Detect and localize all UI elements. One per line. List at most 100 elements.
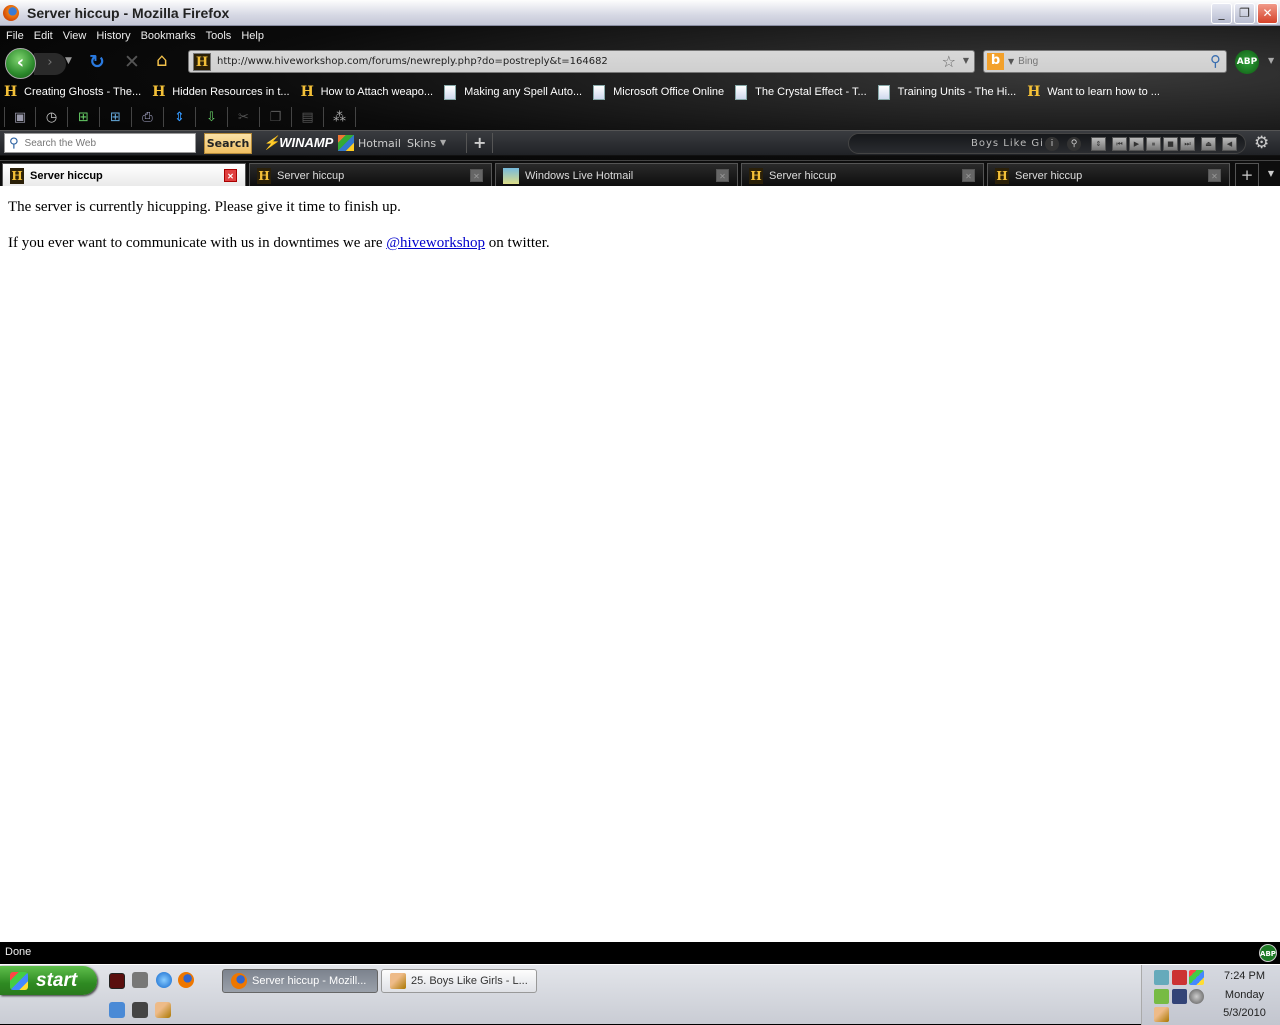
download-icon[interactable]: ⇩ — [196, 107, 228, 127]
copy-icon[interactable]: ❐ — [260, 107, 292, 127]
close-tab-icon[interactable]: ✕ — [470, 169, 483, 182]
search-input[interactable] — [1018, 56, 1199, 67]
info-icon[interactable]: i — [1045, 137, 1059, 151]
menu-help[interactable]: Help — [236, 30, 269, 42]
internet-explorer-icon[interactable] — [156, 972, 172, 988]
status-bar: Done ABP — [0, 942, 1280, 964]
close-button[interactable]: ✕ — [1257, 3, 1278, 24]
play-button[interactable]: ▶ — [1129, 137, 1144, 151]
tab-server-hiccup-1[interactable]: H Server hiccup ✕ — [2, 163, 246, 187]
messenger-icon[interactable] — [109, 1002, 125, 1018]
windows-logo-icon — [10, 971, 28, 990]
bookmark-item[interactable]: H Creating Ghosts - The... — [0, 84, 141, 100]
stop-icon[interactable]: ✕ — [124, 51, 140, 73]
fullscreen-icon[interactable]: ⇕ — [164, 107, 196, 127]
history-icon[interactable]: ◷ — [36, 107, 68, 127]
add-button[interactable]: + — [466, 133, 494, 153]
home-icon[interactable]: ⌂ — [156, 50, 167, 71]
firefox-launch-icon[interactable] — [178, 972, 194, 988]
app-launcher-icon[interactable] — [109, 973, 125, 989]
bookmark-item[interactable]: H How to Attach weapo... — [297, 84, 434, 100]
hive-icon: H — [152, 84, 166, 100]
tab-server-hiccup-2[interactable]: H Server hiccup ✕ — [249, 163, 492, 187]
gear-icon[interactable]: ⚙ — [1254, 133, 1269, 153]
close-tab-icon[interactable]: ✕ — [1208, 169, 1221, 182]
twitter-link[interactable]: @hiveworkshop — [386, 235, 485, 251]
close-tab-icon[interactable]: ✕ — [716, 169, 729, 182]
url-text[interactable]: http://www.hiveworkshop.com/forums/newre… — [217, 56, 608, 67]
winamp-launch-icon[interactable] — [155, 1002, 171, 1018]
close-tab-icon[interactable]: ✕ — [224, 169, 237, 182]
url-dropdown-icon[interactable]: ▼ — [963, 56, 969, 65]
restore-button[interactable]: ❐ — [1234, 3, 1255, 24]
window-titlebar: Server hiccup - Mozilla Firefox _ ❐ ✕ — [0, 0, 1280, 26]
bookmark-item[interactable]: Making any Spell Auto... — [440, 84, 582, 100]
menu-edit[interactable]: Edit — [29, 30, 58, 42]
url-bar[interactable]: H http://www.hiveworkshop.com/forums/new… — [188, 50, 975, 73]
bing-engine-icon[interactable]: b — [987, 53, 1004, 70]
start-button[interactable]: start — [0, 966, 97, 995]
menu-history[interactable]: History — [91, 30, 135, 42]
cut-icon[interactable]: ✂ — [228, 107, 260, 127]
adblock-status-icon[interactable]: ABP — [1259, 944, 1277, 962]
forward-button[interactable]: › — [34, 53, 66, 75]
windows-update-icon[interactable] — [1189, 970, 1204, 985]
new-tab-icon[interactable]: ⊞ — [68, 107, 100, 127]
print-icon[interactable]: ⎙ — [132, 107, 164, 127]
twitter-message: If you ever want to communicate with us … — [8, 235, 550, 251]
eject-button[interactable]: ⏏ — [1201, 137, 1216, 151]
bookmark-item[interactable]: H Want to learn how to ... — [1023, 84, 1160, 100]
tab-windows-live-hotmail[interactable]: Windows Live Hotmail ✕ — [495, 163, 738, 187]
menu-view[interactable]: View — [58, 30, 92, 42]
adblock-plus-button[interactable]: ABP — [1235, 50, 1259, 74]
engine-dropdown-icon[interactable]: ▼ — [1008, 57, 1014, 66]
menu-file[interactable]: File — [0, 30, 29, 42]
bookmark-item[interactable]: Training Units - The Hi... — [874, 84, 1016, 100]
loading-icon[interactable]: ⁂ — [324, 107, 356, 127]
skins-button[interactable]: Skins — [407, 137, 436, 150]
disc-icon[interactable] — [1189, 989, 1204, 1004]
search-icon[interactable]: ⚲ — [1210, 52, 1221, 70]
close-tab-icon[interactable]: ✕ — [962, 169, 975, 182]
gimp-icon[interactable] — [132, 972, 148, 988]
back-button[interactable]: ‹ — [5, 48, 36, 79]
winamp-tray-icon[interactable] — [1154, 1007, 1169, 1022]
next-button[interactable]: ⏭ — [1180, 137, 1195, 151]
paste-icon[interactable]: ▤ — [292, 107, 324, 127]
adblock-dropdown-icon[interactable]: ▼ — [1268, 56, 1274, 65]
tab-server-hiccup-3[interactable]: H Server hiccup ✕ — [741, 163, 984, 187]
clock-time[interactable]: 7:24 PM — [1212, 970, 1277, 982]
search-icon[interactable]: ⚲ — [1067, 137, 1081, 151]
volume-toggle-button[interactable]: ⇕ — [1091, 137, 1106, 151]
taskbar-firefox-button[interactable]: Server hiccup - Mozill... — [222, 969, 378, 993]
web-search-button[interactable]: Search — [204, 133, 252, 154]
winamp-logo[interactable]: ⚡WINAMP — [263, 135, 333, 151]
bookmark-star-icon[interactable]: ☆ — [942, 52, 956, 71]
reload-icon[interactable]: ↻ — [89, 51, 105, 73]
new-window-icon[interactable]: ⊞ — [100, 107, 132, 127]
nvidia-icon[interactable] — [1154, 989, 1169, 1004]
volume-icon[interactable] — [1172, 970, 1187, 985]
bookmarks-icon[interactable]: ▣ — [4, 107, 36, 127]
menu-tools[interactable]: Tools — [201, 30, 237, 42]
web-search-input[interactable] — [24, 137, 175, 149]
taskbar-winamp-button[interactable]: 25. Boys Like Girls - L... — [381, 969, 537, 993]
skins-dropdown-icon[interactable]: ▼ — [440, 138, 446, 147]
stop-button[interactable]: ■ — [1163, 137, 1178, 151]
mute-button[interactable]: ◀ — [1222, 137, 1237, 151]
pause-button[interactable]: ⏸ — [1146, 137, 1161, 151]
list-all-tabs-icon[interactable]: ▼ — [1262, 163, 1280, 187]
menu-bookmarks[interactable]: Bookmarks — [136, 30, 201, 42]
tab-server-hiccup-4[interactable]: H Server hiccup ✕ — [987, 163, 1230, 187]
history-dropdown-icon[interactable]: ▼ — [65, 56, 72, 66]
bookmark-item[interactable]: The Crystal Effect - T... — [731, 84, 867, 100]
previous-button[interactable]: ⏮ — [1112, 137, 1127, 151]
bookmark-item[interactable]: Microsoft Office Online — [589, 84, 724, 100]
new-tab-button[interactable]: + — [1235, 163, 1259, 187]
media-icon[interactable] — [132, 1002, 148, 1018]
hotmail-button[interactable]: Hotmail — [338, 135, 401, 151]
network-icon[interactable] — [1154, 970, 1169, 985]
minimize-button[interactable]: _ — [1211, 3, 1232, 24]
bookmark-item[interactable]: H Hidden Resources in t... — [148, 84, 289, 100]
scheduler-icon[interactable] — [1172, 989, 1187, 1004]
